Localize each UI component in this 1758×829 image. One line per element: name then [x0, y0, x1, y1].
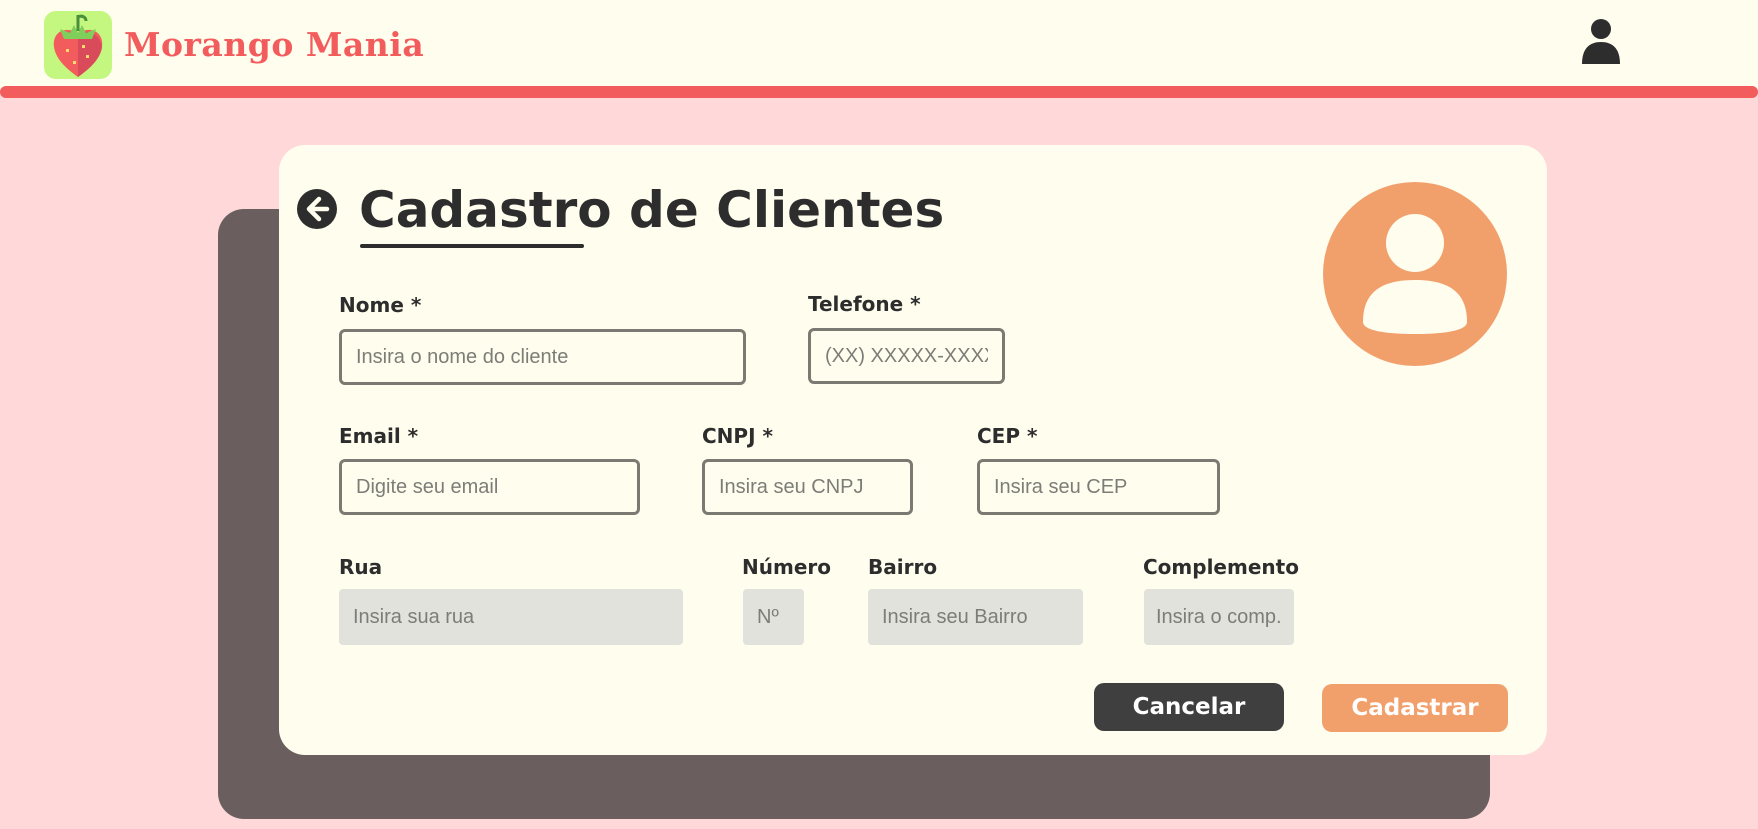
telefone-input[interactable]	[808, 328, 1005, 384]
complemento-input[interactable]	[1144, 589, 1294, 645]
email-input[interactable]	[339, 459, 640, 515]
submit-button[interactable]: Cadastrar	[1322, 684, 1508, 732]
cnpj-label: CNPJ *	[702, 424, 773, 448]
numero-input[interactable]	[743, 589, 804, 645]
cep-label: CEP *	[977, 424, 1038, 448]
nome-input[interactable]	[339, 329, 746, 385]
telefone-label: Telefone *	[808, 292, 921, 316]
bairro-input[interactable]	[868, 589, 1083, 645]
bairro-label: Bairro	[868, 555, 938, 579]
app-header: Morango Mania	[0, 0, 1758, 90]
cnpj-input[interactable]	[702, 459, 913, 515]
header-divider	[0, 86, 1758, 98]
cep-input[interactable]	[977, 459, 1220, 515]
rua-input[interactable]	[339, 589, 683, 645]
numero-label: Número	[742, 555, 831, 579]
email-label: Email *	[339, 424, 419, 448]
page-title: Cadastro de Clientes	[359, 181, 945, 239]
arrow-left-circle-icon[interactable]	[297, 189, 337, 229]
user-avatar-icon	[1363, 214, 1467, 334]
avatar[interactable]	[1323, 182, 1507, 366]
client-form-card: Cadastro de Clientes Nome * Telefone * E…	[279, 145, 1547, 755]
nome-label: Nome *	[339, 293, 422, 317]
logo[interactable]	[44, 11, 112, 79]
brand-name: Morango Mania	[124, 25, 425, 64]
title-underline	[360, 244, 584, 248]
complemento-label: Complemento	[1143, 555, 1299, 579]
cancel-button[interactable]: Cancelar	[1094, 683, 1284, 731]
strawberry-icon	[53, 14, 103, 77]
user-icon[interactable]	[1580, 18, 1622, 64]
rua-label: Rua	[339, 555, 383, 579]
